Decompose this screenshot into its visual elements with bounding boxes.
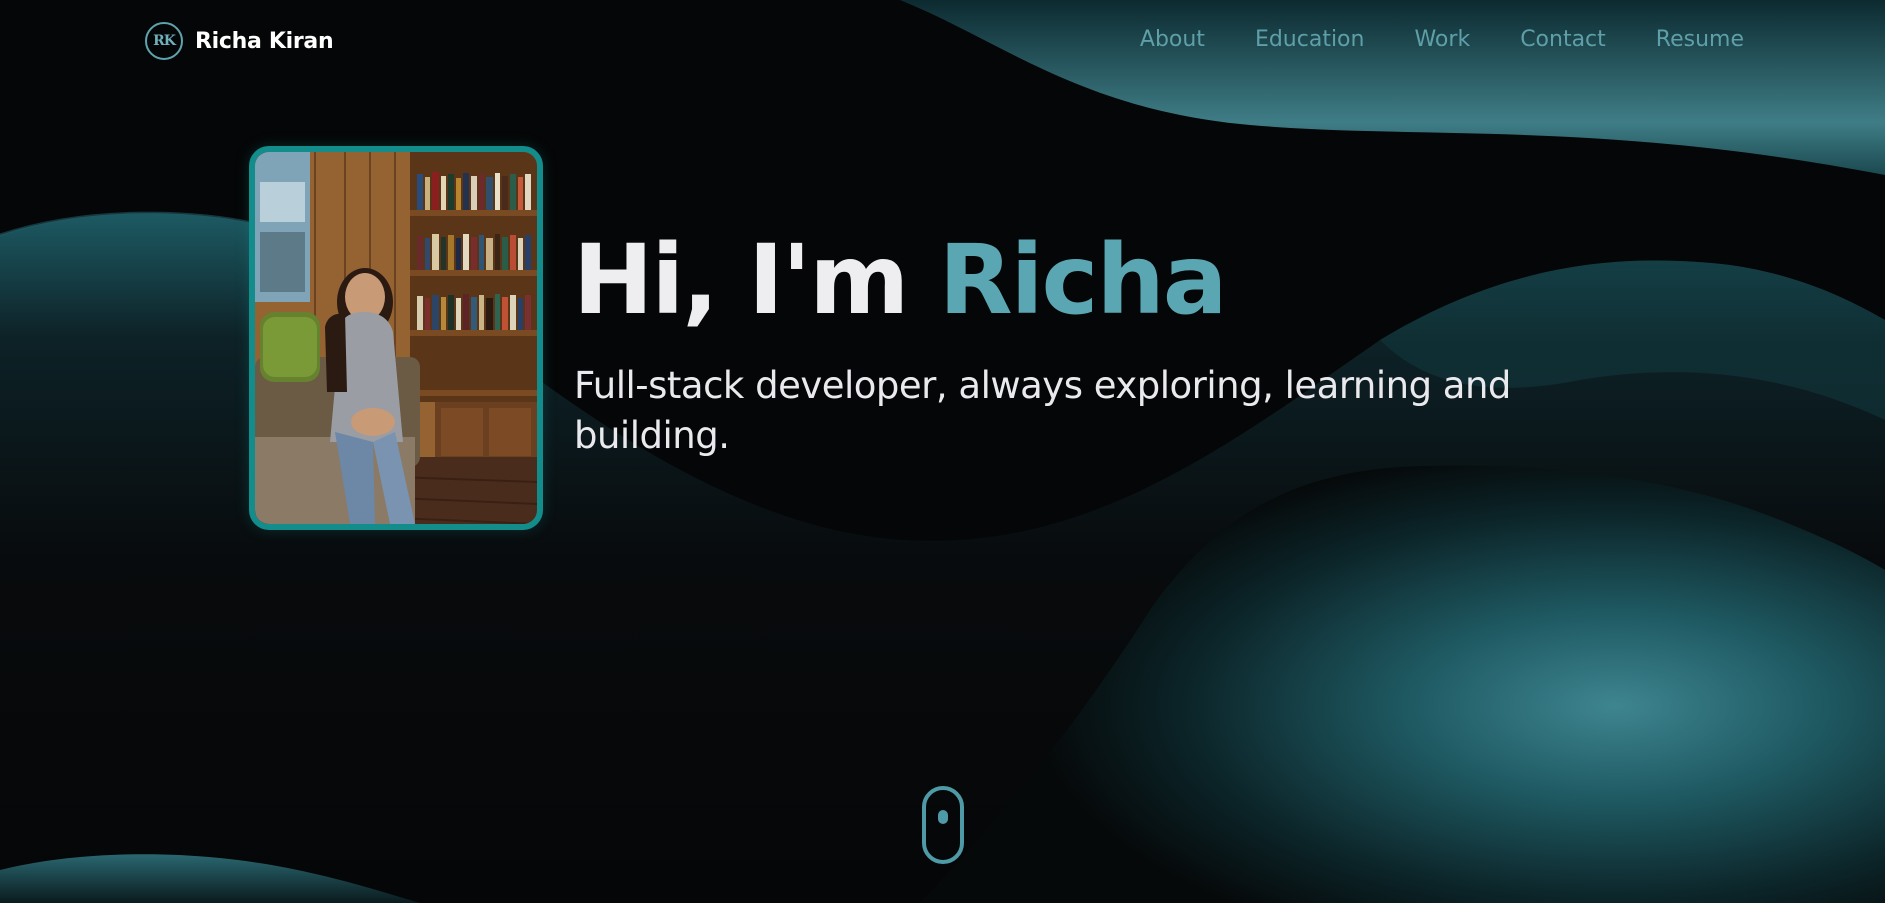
nav-resume-link[interactable]: Resume	[1656, 27, 1744, 52]
logo-badge: RK	[145, 22, 183, 60]
profile-photo-illustration	[255, 152, 537, 524]
logo-name: Richa Kiran	[195, 28, 334, 54]
nav-about-link[interactable]: About	[1140, 27, 1205, 52]
nav-work-link[interactable]: Work	[1414, 27, 1470, 52]
mouse-scroll-icon[interactable]	[922, 786, 964, 864]
nav-contact-link[interactable]: Contact	[1520, 27, 1606, 52]
scroll-wheel-dot	[938, 810, 948, 824]
hero-name: Richa	[938, 224, 1228, 336]
nav-education-link[interactable]: Education	[1255, 27, 1365, 52]
hero-title: Hi, I'm Richa	[573, 227, 1228, 334]
hero-greeting: Hi, I'm	[573, 224, 909, 336]
main-nav: About Education Work Contact Resume	[1140, 27, 1744, 52]
profile-photo	[249, 146, 543, 530]
site-logo[interactable]: RK Richa Kiran	[145, 22, 334, 60]
hero-subtitle: Full-stack developer, always exploring, …	[574, 364, 1511, 457]
hero-section: RK Richa Kiran About Education Work Cont…	[0, 0, 1885, 903]
